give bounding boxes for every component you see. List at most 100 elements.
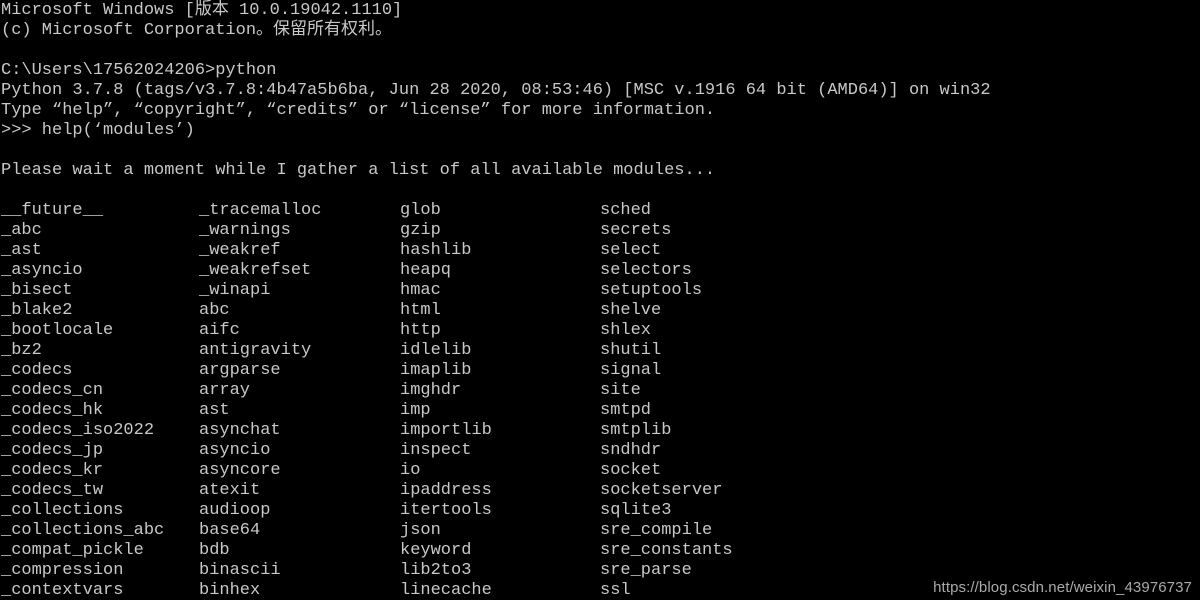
module-name: audioop — [199, 501, 271, 520]
module-name: shlex — [600, 321, 652, 340]
module-name: shutil — [600, 341, 662, 360]
module-name: asynchat — [199, 421, 281, 440]
module-name: binascii — [199, 561, 281, 580]
module-row: _ast _weakref hashlib select — [0, 241, 1200, 261]
module-name: signal — [600, 361, 662, 380]
module-row: _codecs_cn array imghdr site — [0, 381, 1200, 401]
module-name: keyword — [400, 541, 472, 560]
module-name: _collections_abc — [1, 521, 165, 540]
module-name: _winapi — [199, 281, 271, 300]
module-name: __future__ — [1, 201, 104, 220]
module-name: _bz2 — [1, 341, 42, 360]
module-name: _codecs_iso2022 — [1, 421, 155, 440]
module-name: _codecs_tw — [1, 481, 104, 500]
module-row: _compression binascii lib2to3 sre_parse — [0, 561, 1200, 581]
module-name: _codecs — [1, 361, 73, 380]
module-name: sre_parse — [600, 561, 692, 580]
module-name: site — [600, 381, 641, 400]
terminal-window[interactable]: Microsoft Windows [版本 10.0.19042.1110] (… — [0, 0, 1200, 600]
module-name: sndhdr — [600, 441, 662, 460]
python-help-hint-line: Type “help”, “copyright”, “credits” or “… — [1, 101, 716, 120]
module-name: asyncio — [199, 441, 271, 460]
module-name: imp — [400, 401, 431, 420]
module-row: _collections audioop itertools sqlite3 — [0, 501, 1200, 521]
module-row: _codecs_tw atexit ipaddress socketserver — [0, 481, 1200, 501]
module-name: setuptools — [600, 281, 703, 300]
module-name: selectors — [600, 261, 692, 280]
module-name: _weakrefset — [199, 261, 312, 280]
module-name: antigravity — [199, 341, 312, 360]
module-name: _blake2 — [1, 301, 73, 320]
module-name: _warnings — [199, 221, 291, 240]
module-name: ssl — [600, 581, 631, 600]
module-name: select — [600, 241, 662, 260]
module-name: _codecs_hk — [1, 401, 104, 420]
module-name: _contextvars — [1, 581, 124, 600]
module-name: sre_compile — [600, 521, 713, 540]
module-row: _codecs_jp asyncio inspect sndhdr — [0, 441, 1200, 461]
module-name: smtpd — [600, 401, 652, 420]
module-name: imaplib — [400, 361, 472, 380]
module-name: lib2to3 — [400, 561, 472, 580]
module-name: inspect — [400, 441, 472, 460]
module-row: _bootlocale aifc http shlex — [0, 321, 1200, 341]
module-name: sre_constants — [600, 541, 733, 560]
module-name: importlib — [400, 421, 492, 440]
module-name: http — [400, 321, 441, 340]
module-name: _tracemalloc — [199, 201, 322, 220]
module-row: _asyncio _weakrefset heapq selectors — [0, 261, 1200, 281]
os-version-line: Microsoft Windows [版本 10.0.19042.1110] — [1, 1, 403, 20]
module-name: socketserver — [600, 481, 723, 500]
help-modules-command-line: >>> help(‘modules’) — [1, 121, 195, 140]
module-name: _compat_pickle — [1, 541, 144, 560]
module-name: shelve — [600, 301, 662, 320]
module-name: _collections — [1, 501, 124, 520]
module-name: hmac — [400, 281, 441, 300]
module-name: secrets — [600, 221, 672, 240]
module-row: _codecs argparse imaplib signal — [0, 361, 1200, 381]
module-name: imghdr — [400, 381, 462, 400]
module-row: __future__ _tracemalloc glob sched — [0, 201, 1200, 221]
watermark-url: https://blog.csdn.net/weixin_43976737 — [933, 579, 1192, 596]
module-name: base64 — [199, 521, 261, 540]
module-name: _compression — [1, 561, 124, 580]
module-list-grid: __future__ _tracemalloc glob sched _abc _warn… — [0, 201, 1200, 600]
module-name: _codecs_kr — [1, 461, 104, 480]
module-row: _collections_abc base64 json sre_compile — [0, 521, 1200, 541]
module-name: _ast — [1, 241, 42, 260]
module-name: abc — [199, 301, 230, 320]
module-name: array — [199, 381, 251, 400]
module-name: hashlib — [400, 241, 472, 260]
terminal-header-output: Microsoft Windows [版本 10.0.19042.1110] (… — [0, 1, 1200, 181]
module-name: argparse — [199, 361, 281, 380]
module-name: ast — [199, 401, 230, 420]
module-row: _codecs_hk ast imp smtpd — [0, 401, 1200, 421]
module-name: gzip — [400, 221, 441, 240]
module-name: atexit — [199, 481, 261, 500]
module-name: socket — [600, 461, 662, 480]
module-name: _codecs_jp — [1, 441, 104, 460]
module-name: binhex — [199, 581, 261, 600]
module-name: _asyncio — [1, 261, 83, 280]
python-version-line: Python 3.7.8 (tags/v3.7.8:4b47a5b6ba, Ju… — [1, 81, 991, 100]
module-name: heapq — [400, 261, 452, 280]
module-name: smtplib — [600, 421, 672, 440]
module-name: io — [400, 461, 421, 480]
module-name: _codecs_cn — [1, 381, 104, 400]
module-name: _weakref — [199, 241, 281, 260]
module-name: json — [400, 521, 441, 540]
module-row: _bisect _winapi hmac setuptools — [0, 281, 1200, 301]
module-name: _abc — [1, 221, 42, 240]
module-name: _bootlocale — [1, 321, 114, 340]
module-row: _compat_pickle bdb keyword sre_constants — [0, 541, 1200, 561]
module-row: _bz2 antigravity idlelib shutil — [0, 341, 1200, 361]
module-name: aifc — [199, 321, 240, 340]
module-name: idlelib — [400, 341, 472, 360]
prompt-python-command: C:\Users\17562024206>python — [1, 61, 277, 80]
module-name: linecache — [400, 581, 492, 600]
module-name: asyncore — [199, 461, 281, 480]
module-name: sqlite3 — [600, 501, 672, 520]
module-name: _bisect — [1, 281, 73, 300]
